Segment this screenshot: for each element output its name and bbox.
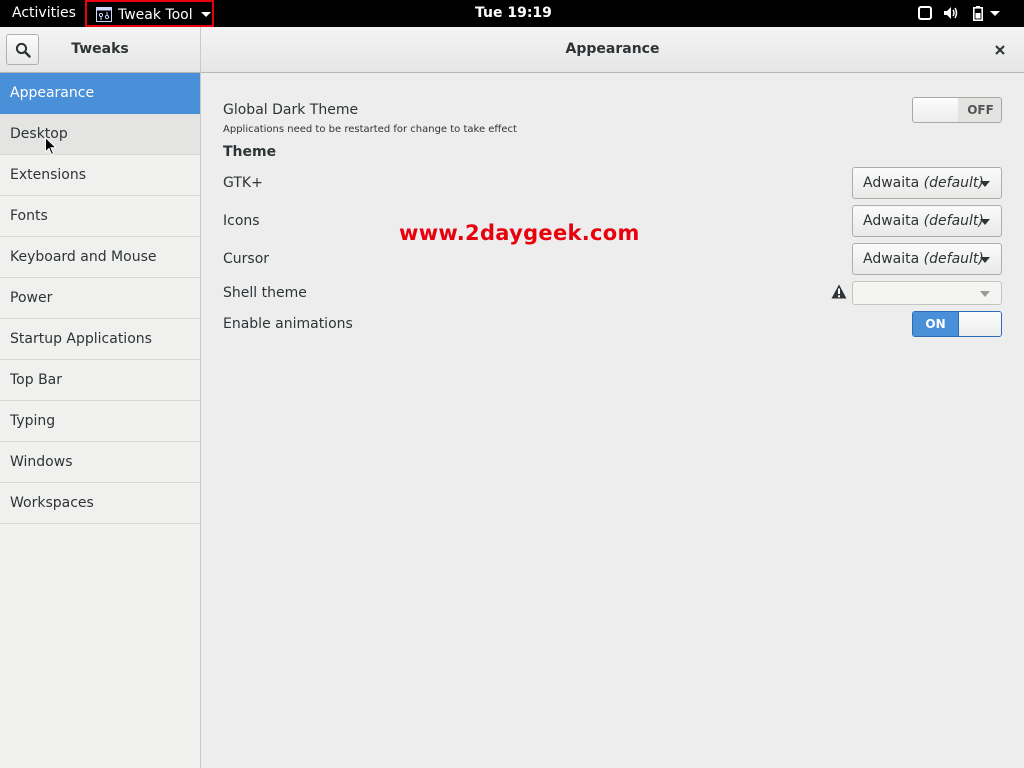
sidebar: Appearance Desktop Extensions Fonts Keyboard…	[0, 73, 201, 768]
global-dark-theme-label: Global Dark Theme	[223, 102, 359, 118]
tweak-tool-icon	[96, 7, 112, 22]
close-icon[interactable]	[992, 42, 1008, 58]
app-menu-label: Tweak Tool	[118, 7, 193, 23]
clock[interactable]: Tue 19:19	[475, 0, 552, 27]
restart-note: Applications need to be restarted for ch…	[223, 124, 517, 135]
enable-animations-switch[interactable]: ON	[912, 311, 1002, 337]
chevron-down-icon	[980, 219, 990, 225]
chevron-down-icon	[201, 12, 211, 17]
sidebar-item-windows[interactable]: Windows	[0, 442, 200, 483]
sidebar-title: Tweaks	[71, 41, 129, 57]
gtk-theme-value: Adwaita	[863, 175, 920, 191]
mouse-pointer-icon	[45, 137, 57, 156]
icons-theme-dropdown[interactable]: Adwaita (default)	[852, 205, 1002, 237]
cursor-theme-dropdown[interactable]: Adwaita (default)	[852, 243, 1002, 275]
sidebar-item-top-bar[interactable]: Top Bar	[0, 360, 200, 401]
volume-icon	[944, 7, 958, 19]
shell-theme-dropdown[interactable]	[852, 281, 1002, 305]
sidebar-item-keyboard-and-mouse[interactable]: Keyboard and Mouse	[0, 237, 200, 278]
global-dark-theme-switch[interactable]: OFF	[912, 97, 1002, 123]
sidebar-item-fonts[interactable]: Fonts	[0, 196, 200, 237]
gtk-theme-dropdown[interactable]: Adwaita (default)	[852, 167, 1002, 199]
theme-section-heading: Theme	[223, 144, 277, 160]
chevron-down-icon	[990, 11, 1000, 16]
page-title: Appearance	[565, 41, 660, 57]
sidebar-item-workspaces[interactable]: Workspaces	[0, 483, 200, 524]
sidebar-item-power[interactable]: Power	[0, 278, 200, 319]
watermark-text: www.2daygeek.com	[399, 221, 640, 245]
window-header-bar: Tweaks Appearance	[0, 27, 1024, 73]
battery-icon	[973, 6, 983, 21]
sidebar-item-appearance[interactable]: Appearance	[0, 73, 200, 114]
icons-theme-default-tag: (default)	[923, 213, 984, 229]
gnome-top-bar: Activities Tweak Tool Tue 19:19	[0, 0, 1024, 27]
chevron-down-icon	[980, 181, 990, 187]
activities-button[interactable]: Activities	[12, 0, 76, 27]
sidebar-item-desktop[interactable]: Desktop	[0, 114, 200, 155]
sidebar-item-startup-applications[interactable]: Startup Applications	[0, 319, 200, 360]
cursor-theme-default-tag: (default)	[923, 251, 984, 267]
appearance-panel: Global Dark Theme Applications need to b…	[201, 73, 1024, 768]
switch-slider	[913, 98, 959, 122]
cursor-theme-value: Adwaita	[863, 251, 920, 267]
switch-state-label: OFF	[958, 98, 1001, 122]
icons-theme-value: Adwaita	[863, 213, 920, 229]
sidebar-item-extensions[interactable]: Extensions	[0, 155, 200, 196]
switch-state-label: ON	[913, 312, 958, 336]
warning-icon	[831, 284, 847, 299]
gtk-theme-label: GTK+	[223, 175, 263, 191]
app-menu-button[interactable]: Tweak Tool	[85, 0, 214, 27]
window-icon	[918, 6, 932, 20]
shell-theme-label: Shell theme	[223, 285, 307, 301]
switch-slider	[958, 312, 1001, 336]
chevron-down-icon	[980, 291, 990, 297]
chevron-down-icon	[980, 257, 990, 263]
icons-theme-label: Icons	[223, 213, 260, 229]
cursor-theme-label: Cursor	[223, 251, 270, 267]
gtk-theme-default-tag: (default)	[923, 175, 984, 191]
enable-animations-label: Enable animations	[223, 316, 353, 332]
sidebar-item-typing[interactable]: Typing	[0, 401, 200, 442]
